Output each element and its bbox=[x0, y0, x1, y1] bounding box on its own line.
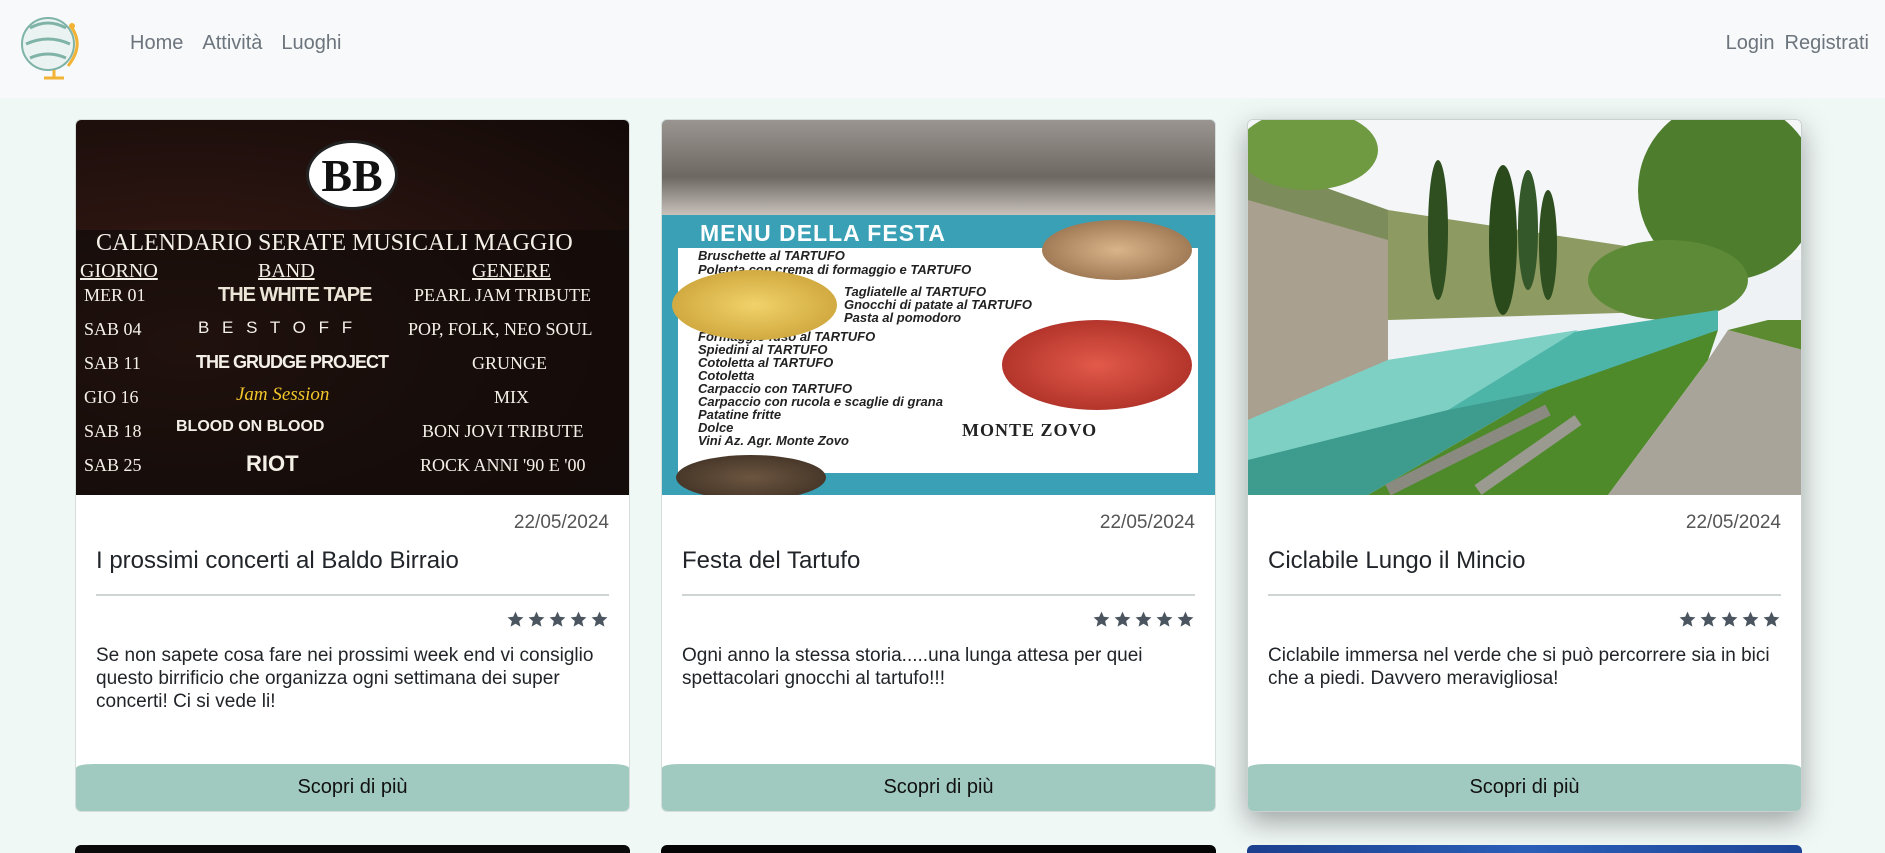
poster-col-genere: GENERE bbox=[472, 260, 551, 282]
rating-stars bbox=[1092, 610, 1195, 629]
card-date: 22/05/2024 bbox=[1099, 512, 1195, 533]
star-icon bbox=[1177, 611, 1194, 627]
star-icon bbox=[528, 611, 545, 627]
poster-genre: ROCK ANNI '90 E '00 bbox=[420, 455, 586, 475]
star-icon bbox=[1763, 611, 1780, 627]
poster-heading: CALENDARIO SERATE MUSICALI MAGGIO bbox=[96, 230, 573, 256]
card-image-concert-poster: BB CALENDARIO SERATE MUSICALI MAGGIO GIO… bbox=[76, 120, 629, 495]
card-next-row[interactable] bbox=[1247, 845, 1802, 853]
poster-band: BLOOD ON BLOOD bbox=[176, 418, 325, 435]
card-divider bbox=[1268, 594, 1781, 596]
poster-genre: POP, FOLK, NEO SOUL bbox=[408, 319, 593, 339]
truffles-photo bbox=[676, 455, 826, 495]
discover-more-button[interactable]: Scopri di più bbox=[662, 764, 1215, 811]
nav-login[interactable]: Login bbox=[1726, 30, 1775, 56]
star-icon bbox=[1700, 611, 1717, 627]
card-title: Ciclabile Lungo il Mincio bbox=[1268, 547, 1526, 574]
nav-attivita[interactable]: Attività bbox=[202, 30, 271, 56]
star-icon bbox=[591, 611, 608, 627]
star-icon bbox=[1742, 611, 1759, 627]
star-icon bbox=[570, 611, 587, 627]
rating-stars bbox=[506, 610, 609, 629]
card-date: 22/05/2024 bbox=[1685, 512, 1781, 533]
poster-logo: BB bbox=[306, 140, 398, 210]
nav-left: Home Attività Luoghi bbox=[130, 30, 360, 56]
star-icon bbox=[1156, 611, 1173, 627]
menu-item: Bruschette al TARTUFO bbox=[698, 248, 845, 263]
card-baldo-birraio: BB CALENDARIO SERATE MUSICALI MAGGIO GIO… bbox=[75, 119, 630, 812]
star-icon bbox=[1114, 611, 1131, 627]
nav-registrati[interactable]: Registrati bbox=[1785, 30, 1869, 56]
discover-more-button[interactable]: Scopri di più bbox=[1248, 764, 1801, 811]
card-ciclabile-mincio: 22/05/2024 Ciclabile Lungo il Mincio Cic… bbox=[1247, 119, 1802, 812]
star-icon bbox=[549, 611, 566, 627]
poster-col-band: BAND bbox=[258, 260, 315, 282]
rating-stars bbox=[1678, 610, 1781, 629]
poster-band: Jam Session bbox=[236, 384, 330, 405]
discover-more-button[interactable]: Scopri di più bbox=[76, 764, 629, 811]
nav-luoghi[interactable]: Luoghi bbox=[281, 30, 350, 56]
site-logo[interactable] bbox=[18, 8, 82, 80]
carpaccio-food-photo bbox=[1002, 320, 1192, 410]
poster-band: RIOT bbox=[246, 451, 299, 476]
card-next-row[interactable] bbox=[661, 845, 1216, 853]
pasta-food-photo bbox=[672, 270, 837, 340]
poster-day: SAB 04 bbox=[84, 319, 142, 339]
star-icon bbox=[1093, 611, 1110, 627]
poster-day: GIO 16 bbox=[84, 387, 139, 407]
star-icon bbox=[1135, 611, 1152, 627]
card-divider bbox=[682, 594, 1195, 596]
menu-photo-crowd bbox=[662, 120, 1215, 215]
poster-day: SAB 25 bbox=[84, 455, 142, 475]
river-landscape-photo bbox=[1248, 120, 1801, 495]
card-description: Se non sapete cosa fare nei prossimi wee… bbox=[96, 645, 594, 712]
navbar: Home Attività Luoghi Login Registrati bbox=[0, 0, 1885, 98]
card-date: 22/05/2024 bbox=[513, 512, 609, 533]
card-description: Ogni anno la stessa storia.....una lunga… bbox=[682, 645, 1143, 689]
poster-genre: GRUNGE bbox=[472, 353, 547, 373]
poster-band: THE GRUDGE PROJECT bbox=[196, 352, 389, 372]
poster-day: SAB 18 bbox=[84, 421, 142, 441]
nav-home[interactable]: Home bbox=[130, 30, 192, 56]
menu-item: Pasta al pomodoro bbox=[844, 310, 962, 325]
card-divider bbox=[96, 594, 609, 596]
truffle-food-photo bbox=[1042, 220, 1192, 280]
star-icon bbox=[1721, 611, 1738, 627]
card-title: I prossimi concerti al Baldo Birraio bbox=[96, 547, 459, 574]
card-image-river-path bbox=[1248, 120, 1801, 495]
star-icon bbox=[507, 611, 524, 627]
star-icon bbox=[1679, 611, 1696, 627]
poster-genre: BON JOVI TRIBUTE bbox=[422, 421, 584, 441]
nav-right: Login Registrati bbox=[1716, 30, 1869, 56]
poster-band: THE WHITE TAPE bbox=[218, 284, 372, 306]
poster-genre: PEARL JAM TRIBUTE bbox=[414, 285, 592, 305]
poster-col-giorno: GIORNO bbox=[80, 260, 158, 282]
card-description: Ciclabile immersa nel verde che si può p… bbox=[1268, 645, 1770, 689]
poster-band: B E S T O F F bbox=[198, 318, 357, 337]
poster-day: SAB 11 bbox=[84, 353, 141, 373]
poster-genre: MIX bbox=[494, 387, 529, 407]
menu-heading: MENU DELLA FESTA bbox=[700, 220, 946, 246]
menu-item: Vini Az. Agr. Monte Zovo bbox=[698, 433, 849, 448]
card-next-row[interactable] bbox=[75, 845, 630, 853]
poster-day: MER 01 bbox=[84, 285, 146, 305]
card-festa-tartufo: MENU DELLA FESTA Bruschette al TARTUFO P… bbox=[661, 119, 1216, 812]
menu-brand: MONTE ZOVO bbox=[962, 420, 1098, 440]
card-title: Festa del Tartufo bbox=[682, 547, 861, 574]
card-image-menu: MENU DELLA FESTA Bruschette al TARTUFO P… bbox=[662, 120, 1215, 495]
